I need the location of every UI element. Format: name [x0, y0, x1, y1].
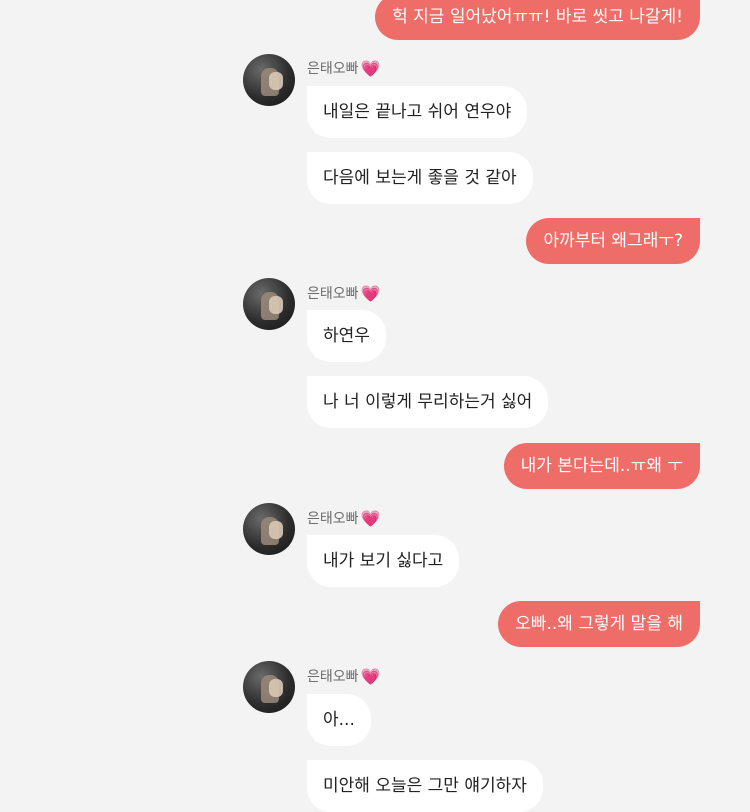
message-text: 내가 보기 싫다고: [323, 550, 444, 571]
my-message-bubble: 아까부터 왜그래ㅜ?: [526, 218, 700, 264]
my-message-bubble: 헉 지금 일어났어ㅠㅠ! 바로 씻고 나갈게!: [375, 0, 700, 40]
message-text: 다음에 보는게 좋을 것 같아: [323, 167, 517, 188]
pink-heart-icon: 💗: [360, 283, 381, 303]
their-message-bubble: 하연우: [307, 310, 386, 362]
message-text: 오빠..왜 그렇게 말을 해: [515, 613, 683, 634]
sender-name-text: 은태오빠: [307, 511, 359, 527]
pink-heart-icon: 💗: [360, 58, 381, 78]
sender-avatar[interactable]: [243, 278, 295, 330]
my-message-bubble: 내가 본다는데..ㅠ왜 ㅜ: [503, 443, 700, 489]
sender-name: 은태오빠 💗: [307, 508, 380, 528]
their-message-bubble: 아...: [307, 694, 371, 746]
sender-name: 은태오빠 💗: [307, 666, 380, 686]
their-message-bubble: 내일은 끝나고 쉬어 연우야: [307, 86, 528, 138]
message-text: 내일은 끝나고 쉬어 연우야: [323, 101, 512, 122]
sender-avatar[interactable]: [243, 661, 295, 713]
their-message-bubble: 내가 보기 싫다고: [307, 535, 460, 587]
message-text: 헉 지금 일어났어ㅠㅠ! 바로 씻고 나갈게!: [392, 6, 683, 27]
message-text: 아...: [323, 709, 355, 730]
sender-name-text: 은태오빠: [307, 61, 359, 77]
pink-heart-icon: 💗: [360, 666, 381, 686]
message-text: 하연우: [323, 325, 370, 346]
message-text: 아까부터 왜그래ㅜ?: [543, 230, 683, 251]
sender-name-text: 은태오빠: [307, 286, 359, 302]
sender-avatar[interactable]: [243, 54, 295, 106]
message-text: 미안해 오늘은 그만 얘기하자: [323, 775, 527, 796]
my-message-bubble: 오빠..왜 그렇게 말을 해: [498, 601, 700, 647]
sender-name: 은태오빠 💗: [307, 283, 380, 303]
their-message-bubble: 미안해 오늘은 그만 얘기하자: [307, 760, 543, 812]
their-message-bubble: 나 너 이렇게 무리하는거 싫어: [307, 376, 549, 428]
message-text: 내가 본다는데..ㅠ왜 ㅜ: [520, 455, 683, 476]
pink-heart-icon: 💗: [360, 508, 381, 528]
sender-name-text: 은태오빠: [307, 669, 359, 685]
sender-name: 은태오빠 💗: [307, 58, 380, 78]
their-message-bubble: 다음에 보는게 좋을 것 같아: [307, 152, 533, 204]
sender-avatar[interactable]: [243, 503, 295, 555]
message-text: 나 너 이렇게 무리하는거 싫어: [323, 391, 533, 412]
